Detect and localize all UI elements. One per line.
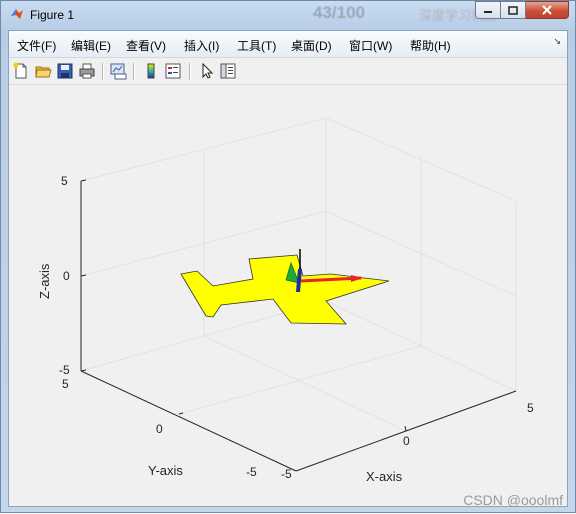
x-tick-label: 0 — [403, 434, 410, 448]
x-axis-label: X-axis — [366, 469, 403, 484]
aircraft-model — [180, 249, 390, 325]
z-tick — [80, 369, 87, 372]
z-axis-label: Z-axis — [37, 263, 52, 299]
watermark: CSDN @ooolmf — [463, 492, 563, 508]
aircraft-body — [180, 254, 390, 325]
z-tick-label: 0 — [63, 269, 70, 283]
x-tick-label: 5 — [527, 401, 534, 415]
y-tick — [178, 412, 184, 415]
x-tick-label: -5 — [281, 467, 292, 481]
z-tick-label: -5 — [59, 363, 70, 377]
y-axis-label: Y-axis — [148, 463, 183, 478]
axes-3d[interactable]: 5 0 -5 5 0 -5 -5 0 5 X-axis Y-axis Z-axi… — [1, 1, 576, 514]
grid-line — [178, 345, 422, 415]
y-tick-label: 5 — [62, 377, 69, 391]
z-tick — [80, 179, 87, 182]
z-tick-label: 5 — [61, 174, 68, 188]
y-axis-line — [80, 370, 297, 472]
z-arrow — [296, 268, 302, 293]
figure-window: Figure 1 43/100 深度学习机器 文件(F) 编辑(E) 查看(V)… — [0, 0, 576, 513]
z-tick — [80, 274, 87, 277]
grid-line — [203, 335, 407, 432]
y-tick-label: -5 — [246, 465, 257, 479]
axis-lines — [80, 179, 517, 472]
y-tick-label: 0 — [156, 422, 163, 436]
